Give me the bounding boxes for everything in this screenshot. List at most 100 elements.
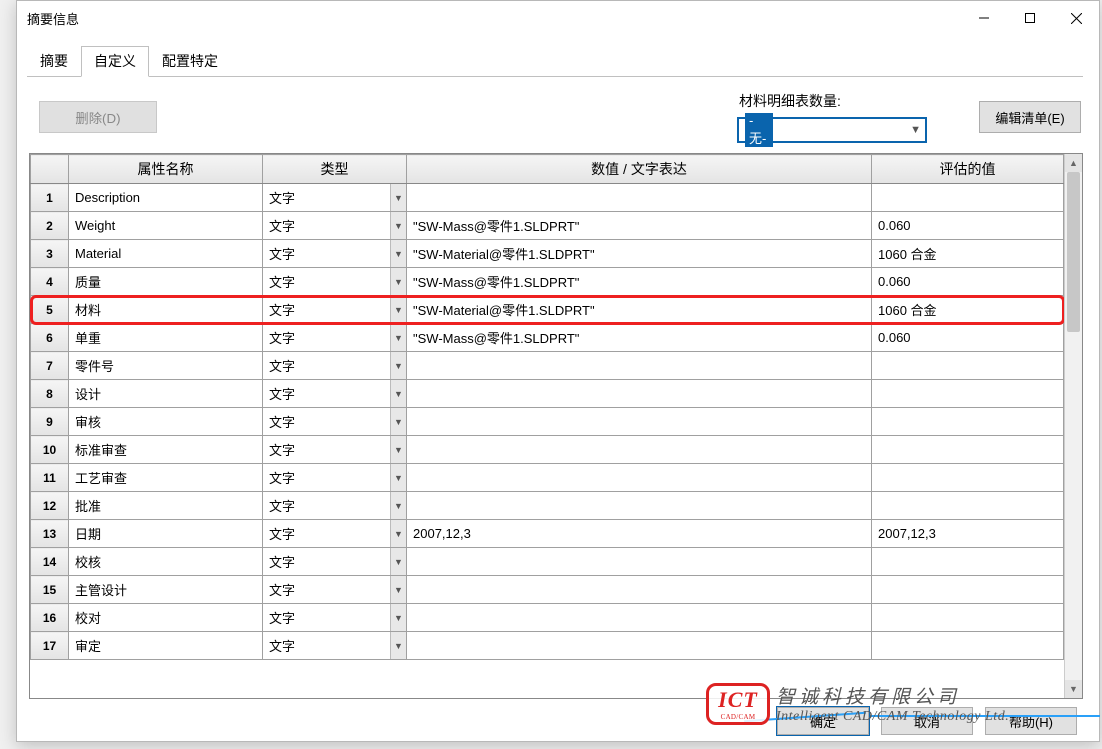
cell-type[interactable]: 文字▼: [263, 520, 407, 548]
row-number[interactable]: 5: [31, 296, 69, 324]
cell-property-name[interactable]: 工艺审查: [69, 464, 263, 492]
chevron-down-icon[interactable]: ▼: [390, 520, 406, 547]
cell-evaluated[interactable]: [872, 604, 1064, 632]
cell-evaluated[interactable]: [872, 464, 1064, 492]
cell-evaluated[interactable]: 1060 合金: [872, 240, 1064, 268]
cell-type[interactable]: 文字▼: [263, 296, 407, 324]
cell-type[interactable]: 文字▼: [263, 212, 407, 240]
scroll-thumb[interactable]: [1067, 172, 1080, 332]
cell-value[interactable]: "SW-Material@零件1.SLDPRT": [407, 296, 872, 324]
cancel-button[interactable]: 取消: [881, 707, 973, 735]
cell-value[interactable]: [407, 632, 872, 660]
table-row[interactable]: 8设计文字▼: [31, 380, 1064, 408]
tab-config-specific[interactable]: 配置特定: [149, 46, 231, 77]
row-number[interactable]: 12: [31, 492, 69, 520]
cell-value[interactable]: [407, 492, 872, 520]
cell-property-name[interactable]: 材料: [69, 296, 263, 324]
chevron-down-icon[interactable]: ▼: [390, 296, 406, 323]
cell-type[interactable]: 文字▼: [263, 380, 407, 408]
cell-property-name[interactable]: 设计: [69, 380, 263, 408]
row-number[interactable]: 4: [31, 268, 69, 296]
cell-evaluated[interactable]: [872, 408, 1064, 436]
cell-value[interactable]: 2007,12,3: [407, 520, 872, 548]
table-row[interactable]: 6单重文字▼"SW-Mass@零件1.SLDPRT"0.060: [31, 324, 1064, 352]
cell-property-name[interactable]: 标准审查: [69, 436, 263, 464]
cell-evaluated[interactable]: [872, 492, 1064, 520]
cell-evaluated[interactable]: [872, 380, 1064, 408]
cell-value[interactable]: "SW-Material@零件1.SLDPRT": [407, 240, 872, 268]
table-row[interactable]: 10标准审查文字▼: [31, 436, 1064, 464]
cell-property-name[interactable]: 校核: [69, 548, 263, 576]
cell-value[interactable]: [407, 184, 872, 212]
cell-value[interactable]: "SW-Mass@零件1.SLDPRT": [407, 268, 872, 296]
cell-type[interactable]: 文字▼: [263, 604, 407, 632]
chevron-down-icon[interactable]: ▼: [390, 548, 406, 575]
cell-value[interactable]: "SW-Mass@零件1.SLDPRT": [407, 212, 872, 240]
row-number[interactable]: 11: [31, 464, 69, 492]
cell-value[interactable]: [407, 604, 872, 632]
cell-type[interactable]: 文字▼: [263, 408, 407, 436]
cell-type[interactable]: 文字▼: [263, 240, 407, 268]
table-row[interactable]: 17审定文字▼: [31, 632, 1064, 660]
cell-evaluated[interactable]: 0.060: [872, 324, 1064, 352]
tab-summary[interactable]: 摘要: [27, 46, 81, 77]
row-number[interactable]: 1: [31, 184, 69, 212]
row-number[interactable]: 3: [31, 240, 69, 268]
table-row[interactable]: 5材料文字▼"SW-Material@零件1.SLDPRT"1060 合金: [31, 296, 1064, 324]
edit-list-button[interactable]: 编辑清单(E): [979, 101, 1081, 133]
bom-quantity-combo[interactable]: -无- ▼: [737, 117, 927, 143]
cell-property-name[interactable]: 日期: [69, 520, 263, 548]
tab-custom[interactable]: 自定义: [81, 46, 149, 77]
cell-property-name[interactable]: 主管设计: [69, 576, 263, 604]
row-number[interactable]: 13: [31, 520, 69, 548]
cell-type[interactable]: 文字▼: [263, 352, 407, 380]
table-row[interactable]: 16校对文字▼: [31, 604, 1064, 632]
row-number[interactable]: 6: [31, 324, 69, 352]
cell-type[interactable]: 文字▼: [263, 268, 407, 296]
row-number[interactable]: 10: [31, 436, 69, 464]
cell-property-name[interactable]: 审定: [69, 632, 263, 660]
chevron-down-icon[interactable]: ▼: [390, 492, 406, 519]
cell-property-name[interactable]: 审核: [69, 408, 263, 436]
cell-evaluated[interactable]: 1060 合金: [872, 296, 1064, 324]
row-number[interactable]: 17: [31, 632, 69, 660]
cell-value[interactable]: "SW-Mass@零件1.SLDPRT": [407, 324, 872, 352]
cell-value[interactable]: [407, 548, 872, 576]
col-value[interactable]: 数值 / 文字表达: [407, 155, 872, 184]
cell-property-name[interactable]: Description: [69, 184, 263, 212]
col-property-name[interactable]: 属性名称: [69, 155, 263, 184]
chevron-down-icon[interactable]: ▼: [390, 408, 406, 435]
table-row[interactable]: 14校核文字▼: [31, 548, 1064, 576]
cell-evaluated[interactable]: 0.060: [872, 212, 1064, 240]
delete-button[interactable]: 删除(D): [39, 101, 157, 133]
minimize-button[interactable]: [961, 1, 1007, 35]
cell-evaluated[interactable]: [872, 436, 1064, 464]
properties-grid[interactable]: 属性名称 类型 数值 / 文字表达 评估的值 1Description文字▼2W…: [30, 154, 1064, 660]
chevron-down-icon[interactable]: ▼: [390, 632, 406, 659]
cell-property-name[interactable]: 质量: [69, 268, 263, 296]
row-number[interactable]: 14: [31, 548, 69, 576]
chevron-down-icon[interactable]: ▼: [390, 352, 406, 379]
cell-type[interactable]: 文字▼: [263, 324, 407, 352]
cell-property-name[interactable]: 零件号: [69, 352, 263, 380]
cell-property-name[interactable]: 单重: [69, 324, 263, 352]
maximize-button[interactable]: [1007, 1, 1053, 35]
cell-type[interactable]: 文字▼: [263, 548, 407, 576]
cell-type[interactable]: 文字▼: [263, 632, 407, 660]
row-number[interactable]: 15: [31, 576, 69, 604]
table-row[interactable]: 2Weight文字▼"SW-Mass@零件1.SLDPRT"0.060: [31, 212, 1064, 240]
row-number[interactable]: 9: [31, 408, 69, 436]
cell-type[interactable]: 文字▼: [263, 576, 407, 604]
cell-evaluated[interactable]: [872, 632, 1064, 660]
cell-evaluated[interactable]: 2007,12,3: [872, 520, 1064, 548]
cell-evaluated[interactable]: [872, 576, 1064, 604]
scroll-down-icon[interactable]: ▼: [1065, 680, 1082, 698]
cell-property-name[interactable]: 校对: [69, 604, 263, 632]
row-number[interactable]: 2: [31, 212, 69, 240]
cell-type[interactable]: 文字▼: [263, 492, 407, 520]
vertical-scrollbar[interactable]: ▲ ▼: [1064, 154, 1082, 698]
cell-value[interactable]: [407, 436, 872, 464]
chevron-down-icon[interactable]: ▼: [390, 240, 406, 267]
table-row[interactable]: 3Material文字▼"SW-Material@零件1.SLDPRT"1060…: [31, 240, 1064, 268]
titlebar[interactable]: 摘要信息: [17, 1, 1099, 35]
